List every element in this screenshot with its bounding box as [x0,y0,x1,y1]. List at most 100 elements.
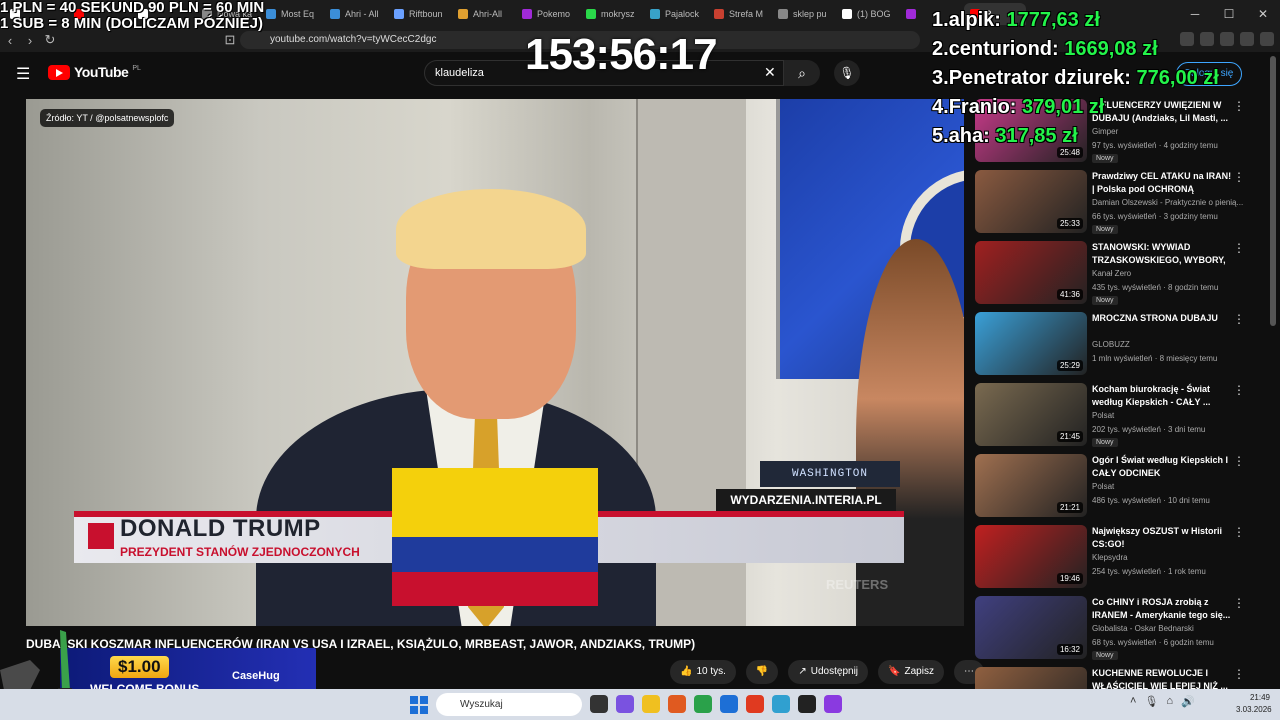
browser-tab[interactable]: mokrysz [580,3,642,25]
search-button[interactable]: ⌕ [784,60,820,86]
leaderboard-entry: 5.aha: 317,85 zł [932,122,1219,151]
browser-tab[interactable]: sklep pu [772,3,834,25]
browser-tab[interactable]: Most Eq [260,3,322,25]
recommendation-channel[interactable]: Kanał Zero [1092,269,1131,278]
recommendation-title[interactable]: MROCZNA STRONA DUBAJU [1092,312,1232,338]
recommendation-thumbnail[interactable]: 21:45 [975,383,1087,446]
recommendation-card[interactable]: 19:46 Największy OSZUST w Historii CS:GO!… [975,525,1245,596]
browser-tab[interactable]: Pokemo [516,3,578,25]
copilot-icon[interactable] [616,695,634,713]
recommendation-thumbnail[interactable]: 21:21 [975,454,1087,517]
save-label: Zapisz [904,666,934,677]
recommendation-thumbnail[interactable] [975,667,1087,689]
recommendation-card[interactable]: 25:29 MROCZNA STRONA DUBAJU GLOBUZZ 1 mln w… [975,312,1245,383]
thumbs-up-icon: 👍 [680,666,693,677]
chrome-icon[interactable] [694,695,712,713]
reload-icon[interactable]: ↻ [40,32,60,48]
recommendation-title[interactable]: Kocham biurokrację - Świat według Kiepsk… [1092,383,1232,409]
youtube-logo[interactable]: YouTube PL [48,64,141,80]
recommendation-title[interactable]: STANOWSKI: WYWIAD TRZASKOWSKIEGO, WYBORY… [1092,241,1232,267]
more-vert-icon[interactable]: ⋮ [1233,667,1245,681]
dislike-button[interactable]: 👎 [745,660,779,684]
save-button[interactable]: 🔖 Zapisz [878,660,944,684]
recommendation-thumbnail[interactable]: 16:32 [975,596,1087,659]
recommendation-card[interactable]: 25:33 Prawdziwy CEL ATAKU na IRAN! | Pols… [975,170,1245,241]
taskbar-search-field[interactable]: Wyszukaj [436,693,582,716]
brave-icon[interactable] [668,695,686,713]
lower-third-name: DONALD TRUMP [120,515,321,542]
more-vert-icon[interactable]: ⋮ [1233,454,1245,468]
recommendation-title[interactable]: Największy OSZUST w Historii CS:GO! [1092,525,1232,551]
recommendation-title[interactable]: Ogór I Świat według Kiepskich I CAŁY ODC… [1092,454,1232,480]
more-vert-icon[interactable]: ⋮ [1233,596,1245,610]
file-explorer-icon[interactable] [642,695,660,713]
chevron-up-icon[interactable]: ˄ [1130,695,1136,708]
bookmark-icon[interactable]: ⊡ [220,32,240,48]
voice-search-button[interactable]: 🎙 [834,60,860,86]
leaderboard-amount: 1777,63 zł [1006,9,1100,31]
leaderboard-amount: 379,01 zł [1022,96,1105,118]
recommendation-channel[interactable]: Polsat [1092,411,1114,420]
recommendation-card[interactable]: 21:21 Ogór I Świat według Kiepskich I CAŁ… [975,454,1245,525]
task-view-icon[interactable] [590,695,608,713]
recommendation-thumbnail[interactable]: 25:33 [975,170,1087,233]
extension-icon[interactable] [1220,32,1234,46]
menu-icon[interactable]: ☰ [16,64,30,84]
recommendation-channel[interactable]: Klepsydra [1092,553,1128,562]
recommendation-card[interactable]: 41:36 STANOWSKI: WYWIAD TRZASKOWSKIEGO, W… [975,241,1245,312]
mic-icon[interactable]: 🎙 [1144,695,1158,708]
scrollbar[interactable] [1270,56,1276,326]
donation-rates-overlay: 1 PLN = 40 SEKUND 90 PLN = 60 MIN 1 SUB … [0,0,264,32]
leaderboard-name: centuriond: [948,38,1059,60]
network-icon[interactable]: ⌂ [1166,695,1173,708]
forward-icon[interactable]: › [20,33,40,48]
recommendation-card[interactable]: 21:45 Kocham biurokrację - Świat według K… [975,383,1245,454]
browser-tab[interactable]: Ahri - All [324,3,386,25]
recommendation-title[interactable]: KUCHENNE REWOLUCJE I WŁAŚCICIEL WIE LEPI… [1092,667,1232,689]
close-window-icon[interactable]: ✕ [1246,7,1280,21]
recommendation-channel[interactable]: Polsat [1092,482,1114,491]
extension-icon[interactable] [1260,32,1274,46]
edge-icon[interactable] [720,695,738,713]
like-count: 10 tys. [696,666,726,677]
notepad-icon[interactable] [772,695,790,713]
back-icon[interactable]: ‹ [0,33,20,48]
recommendation-meta: 68 tys. wyświetleń · 6 godzin temu [1092,638,1214,647]
share-button[interactable]: ↗ Udostępnij [788,660,869,684]
windows-start-icon[interactable] [410,696,428,714]
more-vert-icon[interactable]: ⋮ [1233,170,1245,184]
recommendation-channel[interactable]: Damian Olszewski - Praktycznie o pienią.… [1092,198,1243,207]
more-vert-icon[interactable]: ⋮ [1233,241,1245,255]
recommendation-channel[interactable]: Globalista - Oskar Bednarski [1092,624,1194,633]
app-icon[interactable] [824,695,842,713]
clock[interactable]: 21:49 3.03.2026 [1236,692,1272,716]
recommendation-thumbnail[interactable]: 19:46 [975,525,1087,588]
tab-favicon-icon [842,9,852,19]
volume-icon[interactable]: 🔊 [1181,695,1195,708]
recommendation-title[interactable]: Co CHINY i ROSJA zrobią z IRANEM - Amery… [1092,596,1232,622]
browser-tab[interactable]: Pajalock [644,3,706,25]
more-vert-icon[interactable]: ⋮ [1233,525,1245,539]
recommendation-thumbnail[interactable]: 25:29 [975,312,1087,375]
browser-tab[interactable]: Ahri-All [452,3,514,25]
like-button[interactable]: 👍 10 tys. [670,660,736,684]
more-vert-icon[interactable]: ⋮ [1233,312,1245,326]
recommendation-title[interactable]: Prawdziwy CEL ATAKU na IRAN! | Polska po… [1092,170,1232,196]
video-duration: 21:45 [1056,431,1083,442]
recommendation-card[interactable]: 16:32 Co CHINY i ROSJA zrobią z IRANEM - … [975,596,1245,667]
obs-icon[interactable] [798,695,816,713]
browser-tab[interactable]: (1) BOG [836,3,898,25]
browser-tab[interactable]: Strefa M [708,3,770,25]
washington-label: WASHINGTON [760,461,900,487]
recommendation-thumbnail[interactable]: 41:36 [975,241,1087,304]
browser-tab[interactable]: Riftboun [388,3,450,25]
recommendation-card[interactable]: KUCHENNE REWOLUCJE I WŁAŚCICIEL WIE LEPI… [975,667,1245,689]
brave-active-icon[interactable] [746,695,764,713]
flag-yellow-stripe [392,468,598,537]
recommendation-channel[interactable]: GLOBUZZ [1092,340,1130,349]
extension-icon[interactable] [1240,32,1254,46]
more-vert-icon[interactable]: ⋮ [1233,383,1245,397]
clear-search-icon[interactable]: ✕ [764,64,776,81]
more-vert-icon[interactable]: ⋮ [1233,99,1245,113]
leaderboard-entry: 3.Penetrator dziurek: 776,00 zł [932,64,1219,93]
